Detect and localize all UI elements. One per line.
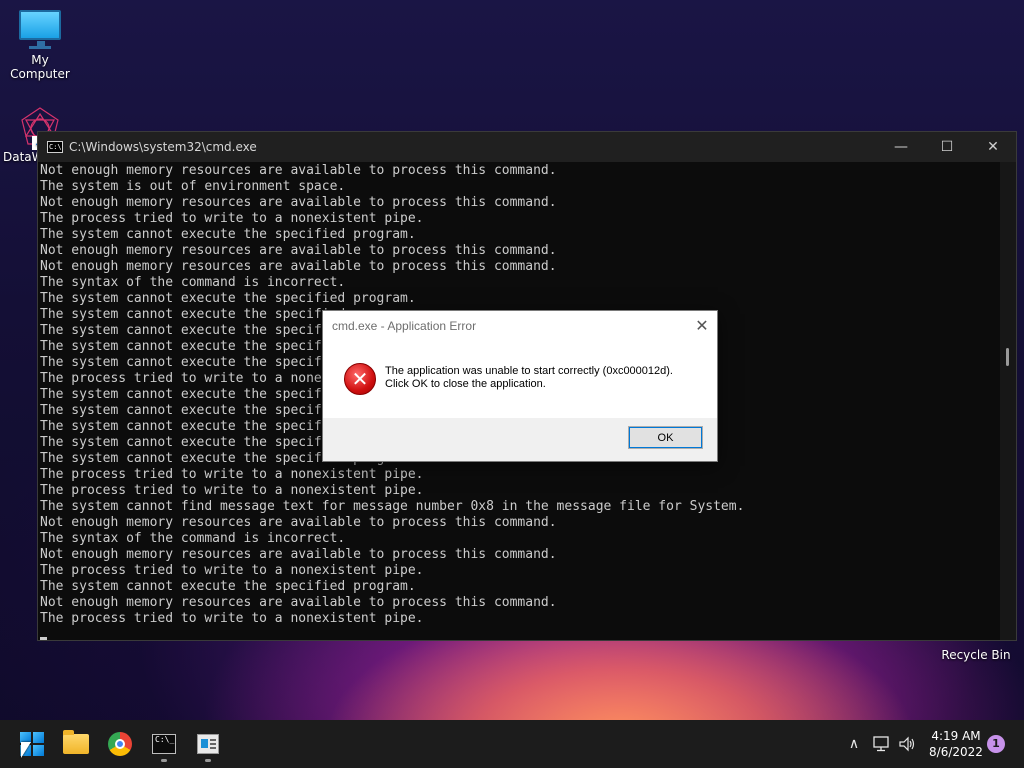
taskbar-file-explorer[interactable] xyxy=(56,724,96,764)
console-line: The system cannot execute the specified … xyxy=(40,291,416,306)
running-indicator xyxy=(161,759,167,762)
dialog-message-line: Click OK to close the application. xyxy=(385,378,546,390)
console-line: Not enough memory resources are availabl… xyxy=(40,259,557,274)
dialog-body: ✕ The application was unable to start co… xyxy=(323,341,717,419)
scrollbar-thumb[interactable] xyxy=(1006,348,1009,366)
console-titlebar[interactable]: C:\ C:\Windows\system32\cmd.exe — ☐ ✕ xyxy=(38,132,1016,162)
maximize-button[interactable]: ☐ xyxy=(924,132,970,162)
console-line: The syntax of the command is incorrect. xyxy=(40,531,346,546)
cmd-icon: C:\_ xyxy=(152,734,176,754)
dialog-message: The application was unable to start corr… xyxy=(385,363,673,391)
console-line: The system is out of environment space. xyxy=(40,179,346,194)
desktop-icon-label: Recycle Bin xyxy=(941,648,1011,662)
console-line: The process tried to write to a nonexist… xyxy=(40,483,424,498)
taskbar-cmd[interactable]: C:\_ xyxy=(144,724,184,764)
show-hidden-icons-button[interactable]: ∧ xyxy=(842,720,866,768)
app-window-icon xyxy=(197,734,219,754)
ok-button[interactable]: OK xyxy=(628,426,703,449)
console-line: Not enough memory resources are availabl… xyxy=(40,515,557,530)
running-indicator xyxy=(205,759,211,762)
dialog-titlebar[interactable]: cmd.exe - Application Error ✕ xyxy=(323,311,717,341)
notification-badge[interactable]: 1 xyxy=(987,735,1005,753)
desktop-icon-label: My Computer xyxy=(10,53,70,81)
close-button[interactable]: ✕ xyxy=(970,132,1016,162)
chevron-up-icon: ∧ xyxy=(848,736,860,752)
network-icon[interactable] xyxy=(870,720,894,768)
error-dialog[interactable]: cmd.exe - Application Error ✕ ✕ The appl… xyxy=(322,310,718,462)
console-line: Not enough memory resources are availabl… xyxy=(40,547,557,562)
clock[interactable]: 4:19 AM 8/6/2022 xyxy=(926,728,986,760)
desktop-icon-recycle-bin[interactable]: Recycle Bin xyxy=(940,648,1012,662)
minimize-button[interactable]: — xyxy=(878,132,924,162)
volume-icon[interactable] xyxy=(895,720,919,768)
taskbar-chrome[interactable] xyxy=(100,724,140,764)
console-line: Not enough memory resources are availabl… xyxy=(40,195,557,210)
console-line: The process tried to write to a nonexist… xyxy=(40,563,424,578)
desktop-icon-my-computer[interactable]: My Computer xyxy=(0,8,80,81)
text-cursor xyxy=(40,637,47,640)
console-line: The process tried to write to a nonexist… xyxy=(40,467,424,482)
taskbar-app-window[interactable] xyxy=(188,724,228,764)
console-line: Not enough memory resources are availabl… xyxy=(40,595,557,610)
console-line: Not enough memory resources are availabl… xyxy=(40,243,557,258)
chrome-icon xyxy=(108,732,132,756)
error-icon: ✕ xyxy=(344,363,376,395)
console-line: Not enough memory resources are availabl… xyxy=(40,163,557,178)
console-line: The system cannot find message text for … xyxy=(40,499,745,514)
cmd-icon: C:\ xyxy=(47,141,63,153)
file-explorer-icon xyxy=(63,730,89,754)
clock-date: 8/6/2022 xyxy=(929,745,983,759)
dialog-footer: OK xyxy=(323,418,717,461)
dialog-close-button[interactable]: ✕ xyxy=(687,311,717,341)
console-title: C:\Windows\system32\cmd.exe xyxy=(69,140,257,154)
taskbar: C:\_ ∧ 4:19 AM 8/6/2022 1 xyxy=(0,720,1024,768)
start-button[interactable] xyxy=(12,724,52,764)
monitor-icon xyxy=(0,10,80,49)
console-line: The syntax of the command is incorrect. xyxy=(40,275,346,290)
mouse-pointer-icon xyxy=(21,742,31,758)
console-line: The system cannot execute the specified … xyxy=(40,227,416,242)
dialog-message-line: The application was unable to start corr… xyxy=(385,365,673,377)
console-scrollbar[interactable] xyxy=(1000,162,1016,640)
console-line: The process tried to write to a nonexist… xyxy=(40,211,424,226)
console-line: The process tried to write to a nonexist… xyxy=(40,611,424,626)
clock-time: 4:19 AM xyxy=(931,729,981,743)
console-line: The system cannot execute the specified … xyxy=(40,579,416,594)
dialog-title: cmd.exe - Application Error xyxy=(332,319,477,333)
